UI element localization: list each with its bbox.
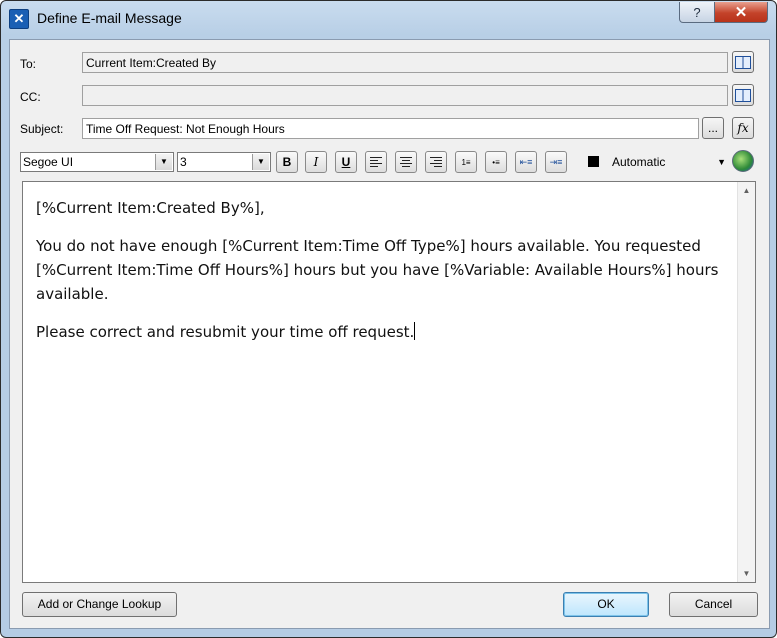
body-closing-text: Please correct and resubmit your time of… bbox=[36, 323, 415, 341]
underline-button[interactable]: U bbox=[335, 151, 357, 173]
subject-label: Subject: bbox=[20, 122, 64, 136]
chevron-down-icon[interactable]: ▼ bbox=[252, 154, 269, 170]
numbered-list-icon: 1≡ bbox=[461, 157, 471, 167]
body-closing: Please correct and resubmit your time of… bbox=[36, 320, 726, 344]
align-left-icon bbox=[370, 157, 382, 167]
font-color-select[interactable]: Automatic ▼ bbox=[582, 151, 728, 173]
title-bar: ✕ Define E-mail Message ? ✕ bbox=[1, 1, 776, 39]
scroll-up-icon[interactable]: ▲ bbox=[738, 182, 755, 199]
align-right-button[interactable] bbox=[425, 151, 447, 173]
hyperlink-globe-icon[interactable] bbox=[732, 150, 754, 172]
email-dialog-window: ✕ Define E-mail Message ? ✕ To: Current … bbox=[0, 0, 777, 638]
message-body[interactable]: [%Current Item:Created By%], You do not … bbox=[36, 196, 726, 358]
bullet-list-icon: •≡ bbox=[492, 157, 500, 167]
body-paragraph: You do not have enough [%Current Item:Ti… bbox=[36, 237, 719, 303]
address-book-icon bbox=[735, 88, 751, 102]
decrease-indent-button[interactable]: ⇤≡ bbox=[515, 151, 537, 173]
increase-indent-icon: ⇥≡ bbox=[549, 156, 563, 167]
font-family-select[interactable]: Segoe UI ▼ bbox=[20, 152, 174, 172]
subject-field[interactable]: Time Off Request: Not Enough Hours bbox=[82, 118, 699, 139]
font-size-select[interactable]: 3 ▼ bbox=[177, 152, 271, 172]
subject-lookup-button[interactable]: ... bbox=[702, 117, 724, 139]
cancel-button[interactable]: Cancel bbox=[669, 592, 758, 617]
scroll-down-icon[interactable]: ▼ bbox=[738, 565, 755, 582]
app-icon: ✕ bbox=[9, 9, 29, 29]
numbered-list-button[interactable]: 1≡ bbox=[455, 151, 477, 173]
bullet-list-button[interactable]: •≡ bbox=[485, 151, 507, 173]
font-size-value: 3 bbox=[180, 155, 187, 169]
chevron-down-icon: ▼ bbox=[717, 157, 726, 167]
vertical-scrollbar[interactable]: ▲ ▼ bbox=[737, 182, 755, 582]
align-center-icon bbox=[400, 157, 412, 167]
add-or-change-lookup-button[interactable]: Add or Change Lookup bbox=[22, 592, 177, 617]
font-color-label: Automatic bbox=[612, 155, 666, 169]
cc-address-book-button[interactable] bbox=[732, 84, 754, 106]
dialog-client-area: To: Current Item:Created By CC: Subject:… bbox=[9, 39, 770, 629]
close-button[interactable]: ✕ bbox=[714, 2, 768, 23]
italic-button[interactable]: I bbox=[305, 151, 327, 173]
help-button[interactable]: ? bbox=[679, 2, 715, 23]
align-right-icon bbox=[430, 157, 442, 167]
bold-button[interactable]: B bbox=[276, 151, 298, 173]
window-title: Define E-mail Message bbox=[37, 10, 182, 26]
address-book-icon bbox=[735, 55, 751, 69]
align-left-button[interactable] bbox=[365, 151, 387, 173]
to-field[interactable]: Current Item:Created By bbox=[82, 52, 728, 73]
decrease-indent-icon: ⇤≡ bbox=[519, 156, 533, 167]
text-caret bbox=[414, 322, 416, 340]
cc-label: CC: bbox=[20, 90, 41, 104]
font-family-value: Segoe UI bbox=[23, 155, 74, 169]
increase-indent-button[interactable]: ⇥≡ bbox=[545, 151, 567, 173]
to-label: To: bbox=[20, 57, 37, 71]
align-center-button[interactable] bbox=[395, 151, 417, 173]
chevron-down-icon[interactable]: ▼ bbox=[155, 154, 172, 170]
body-greeting: [%Current Item:Created By%], bbox=[36, 199, 265, 217]
to-address-book-button[interactable] bbox=[732, 51, 754, 73]
cc-field[interactable] bbox=[82, 85, 728, 106]
color-swatch bbox=[588, 156, 599, 167]
function-fx-button[interactable]: fx bbox=[732, 117, 754, 139]
ok-button[interactable]: OK bbox=[563, 592, 649, 617]
message-body-editor[interactable]: [%Current Item:Created By%], You do not … bbox=[22, 181, 756, 583]
